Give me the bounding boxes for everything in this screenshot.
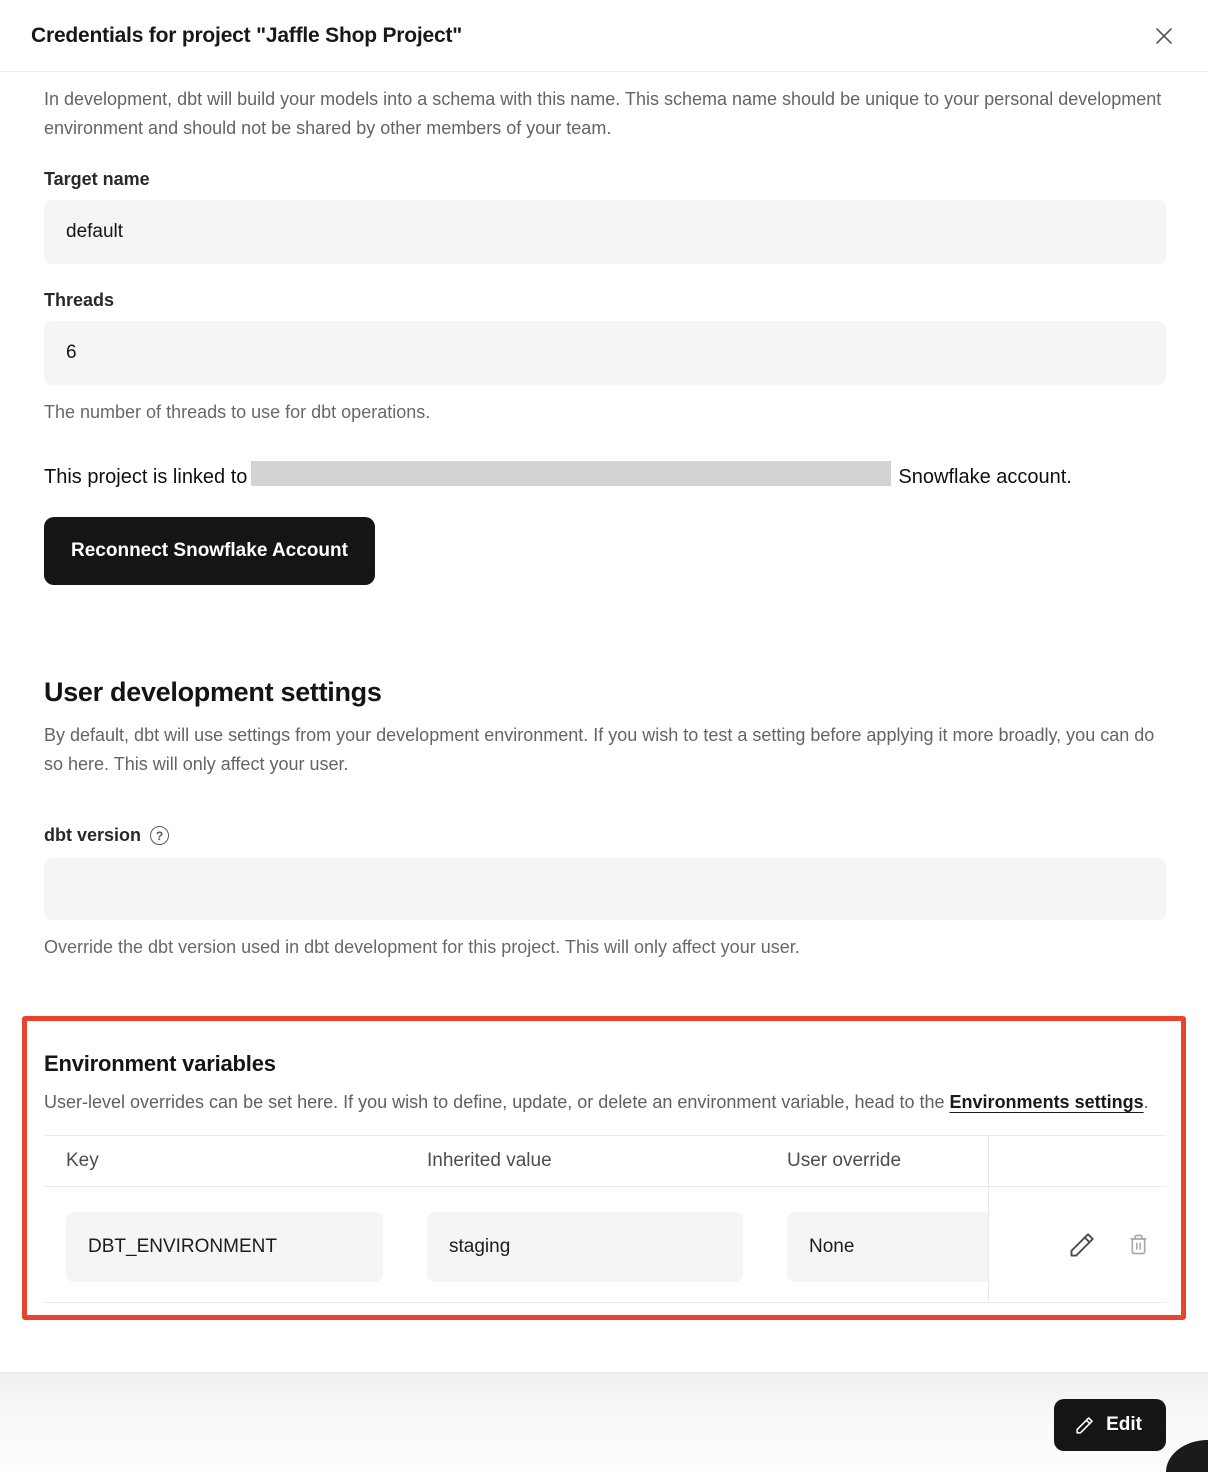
table-header-row: Key Inherited value User override — [44, 1135, 1166, 1187]
environment-variables-heading: Environment variables — [44, 1051, 1166, 1077]
modal-body: In development, dbt will build your mode… — [0, 72, 1208, 960]
trash-icon — [1125, 1231, 1152, 1258]
table-row: DBT_ENVIRONMENT staging None — [44, 1187, 1166, 1303]
linked-account-text-after: Snowflake account. — [898, 466, 1071, 488]
modal-header: Credentials for project "Jaffle Shop Pro… — [0, 0, 1208, 72]
modal-title: Credentials for project "Jaffle Shop Pro… — [31, 24, 462, 48]
threads-input[interactable] — [44, 321, 1166, 385]
close-icon — [1152, 24, 1176, 48]
pencil-icon — [1074, 1415, 1095, 1436]
dbt-version-label: dbt version — [44, 825, 141, 846]
dbt-version-input[interactable] — [44, 858, 1166, 920]
column-header-user-override: User override — [765, 1150, 988, 1172]
column-header-actions — [988, 1136, 1166, 1186]
user-dev-settings-heading: User development settings — [44, 677, 1166, 708]
dbt-version-helper-text: Override the dbt version used in dbt dev… — [44, 934, 1166, 960]
target-name-input[interactable] — [44, 200, 1166, 264]
edit-row-button[interactable] — [1067, 1230, 1097, 1260]
target-name-label: Target name — [44, 169, 1166, 190]
environment-variables-highlight-box: Environment variables User-level overrid… — [22, 1016, 1186, 1320]
linked-account-text: This project is linked to Snowflake accou… — [44, 459, 1084, 495]
threads-label: Threads — [44, 290, 1166, 311]
corner-dark-shape — [1166, 1440, 1208, 1472]
modal-footer: Edit — [0, 1372, 1208, 1472]
linked-account-text-before: This project is linked to — [44, 466, 247, 488]
edit-button[interactable]: Edit — [1054, 1399, 1166, 1451]
close-button[interactable] — [1148, 20, 1180, 52]
env-var-inherited-value: staging — [427, 1212, 743, 1282]
edit-button-label: Edit — [1106, 1414, 1142, 1436]
reconnect-snowflake-button[interactable]: Reconnect Snowflake Account — [44, 517, 375, 585]
delete-row-button[interactable] — [1125, 1231, 1152, 1258]
user-dev-settings-description: By default, dbt will use settings from y… — [44, 721, 1166, 779]
environment-variables-description: User-level overrides can be set here. If… — [44, 1087, 1166, 1117]
env-var-key-value: DBT_ENVIRONMENT — [66, 1212, 383, 1282]
environments-settings-link[interactable]: Environments settings — [950, 1092, 1144, 1112]
column-header-inherited-value: Inherited value — [405, 1150, 765, 1172]
threads-helper-text: The number of threads to use for dbt ope… — [44, 399, 1166, 425]
pencil-icon — [1067, 1230, 1097, 1260]
env-var-user-override-value: None — [787, 1212, 988, 1282]
environment-variables-table: Key Inherited value User override DBT_EN… — [44, 1135, 1166, 1303]
schema-description: In development, dbt will build your mode… — [44, 72, 1166, 143]
help-icon[interactable]: ? — [150, 826, 169, 845]
redacted-account-name — [251, 461, 891, 486]
env-desc-before-link: User-level overrides can be set here. If… — [44, 1092, 945, 1112]
env-desc-after-link: . — [1144, 1092, 1149, 1112]
column-header-key: Key — [44, 1150, 405, 1172]
